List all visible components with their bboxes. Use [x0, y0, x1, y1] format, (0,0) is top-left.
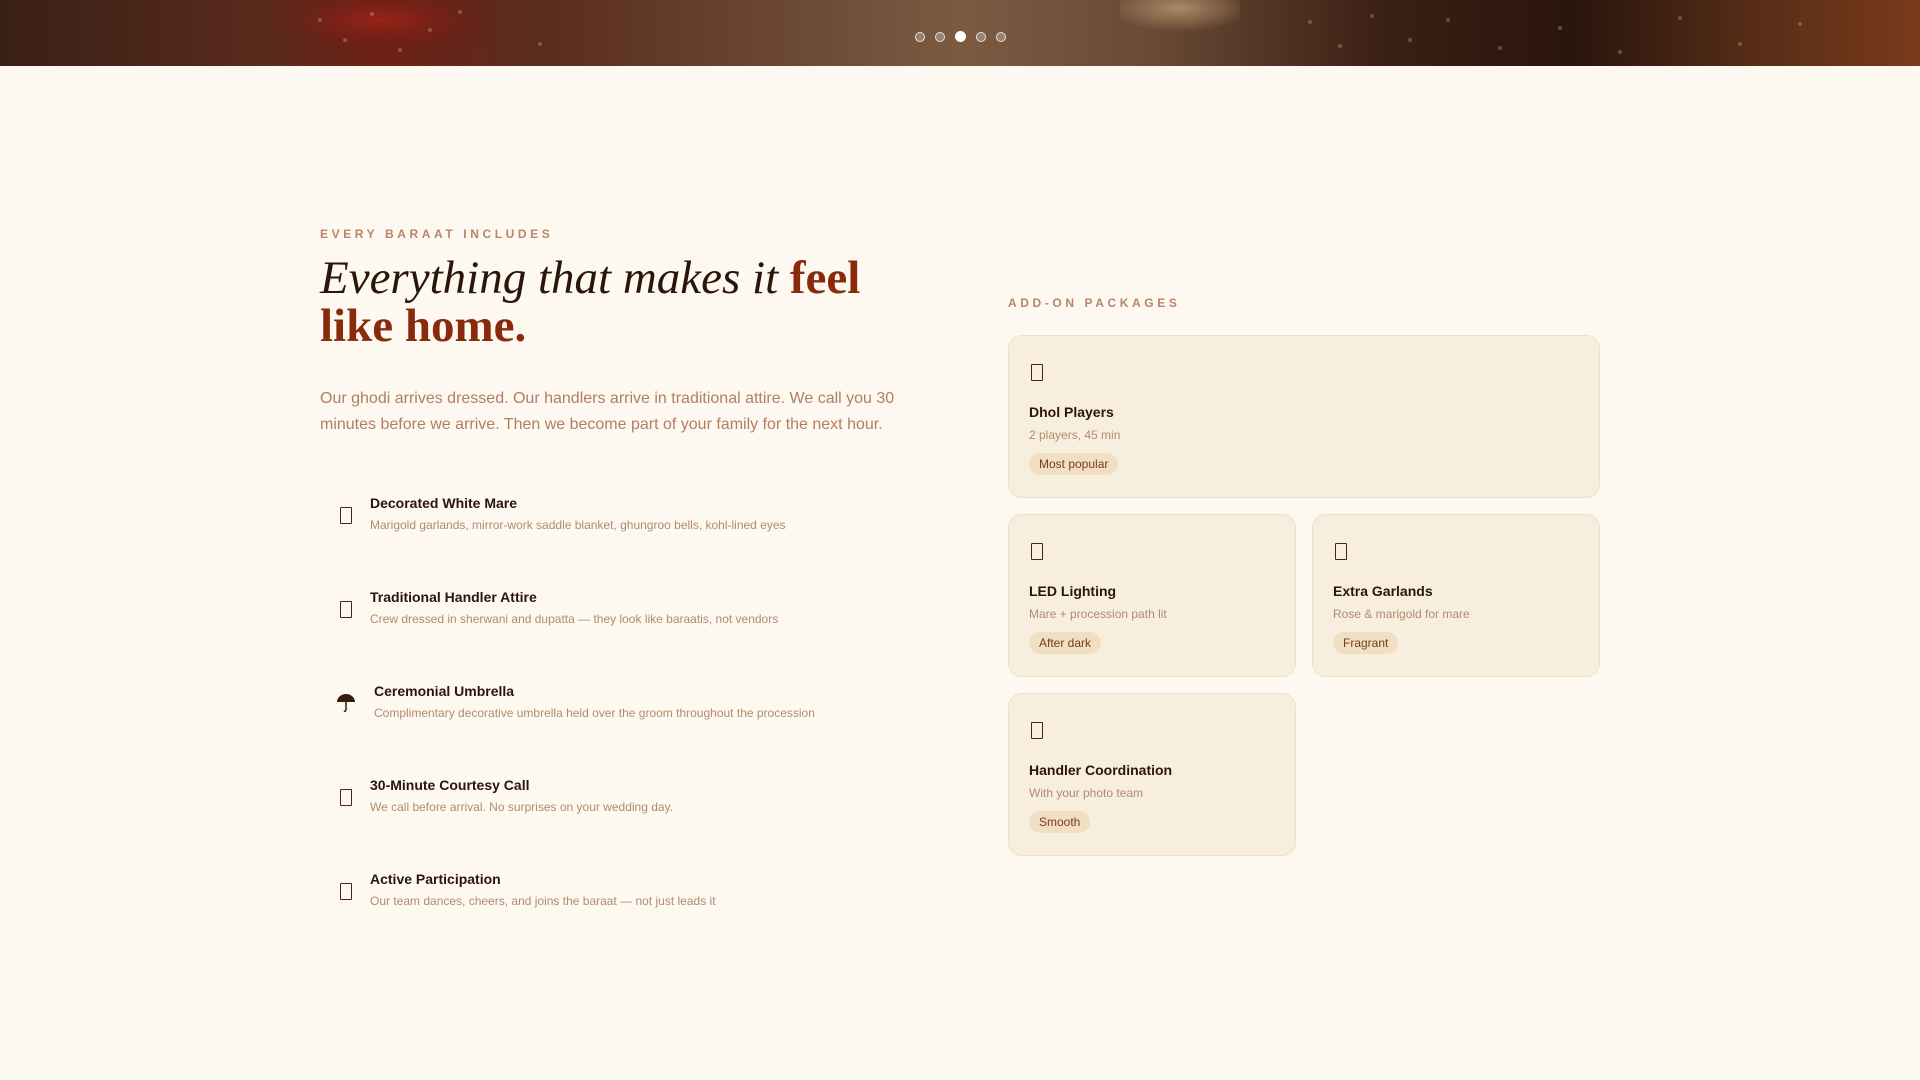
addon-title: Handler Coordination — [1029, 762, 1173, 778]
square-icon — [336, 504, 356, 526]
carousel-dot[interactable] — [935, 31, 945, 42]
carousel-dot[interactable] — [915, 31, 925, 42]
addon-card-dhol-players[interactable]: Dhol Players 2 players, 45 min Most popu… — [1008, 335, 1600, 498]
square-icon — [336, 598, 356, 620]
headline-light: Everything that makes it — [320, 252, 790, 304]
intro-paragraph: Our ghodi arrives dressed. Our handlers … — [320, 390, 895, 433]
square-icon — [336, 880, 356, 902]
addons-eyebrow: ADD-ON PACKAGES — [1008, 296, 1181, 310]
hero-image-strip — [0, 0, 1920, 66]
feature-description: Our team dances, cheers, and joins the b… — [370, 894, 716, 908]
feature-title: Ceremonial Umbrella — [374, 683, 515, 699]
square-icon — [1031, 364, 1043, 381]
addon-card-led-lighting[interactable]: LED Lighting Mare + procession path lit … — [1008, 514, 1296, 677]
addon-subtitle: Rose & marigold for mare — [1333, 607, 1470, 621]
addon-badge: After dark — [1029, 632, 1102, 654]
list-item: Ceremonial Umbrella Complimentary decora… — [320, 668, 940, 762]
carousel-dot[interactable] — [996, 31, 1006, 42]
carousel-dots — [915, 31, 1006, 42]
addon-badge: Fragrant — [1333, 632, 1399, 654]
carousel-dot-active[interactable] — [955, 31, 966, 42]
square-icon — [1031, 722, 1043, 739]
list-item: Active Participation Our team dances, ch… — [320, 856, 940, 950]
feature-title: Decorated White Mare — [370, 495, 518, 511]
list-item: Traditional Handler Attire Crew dressed … — [320, 574, 940, 668]
feature-description: Crew dressed in sherwani and dupatta — t… — [370, 612, 779, 626]
feature-description: Marigold garlands, mirror-work saddle bl… — [370, 518, 786, 532]
square-icon — [336, 786, 356, 808]
feature-description: We call before arrival. No surprises on … — [370, 800, 674, 814]
umbrella-icon — [336, 692, 356, 714]
addon-badge: Most popular — [1029, 453, 1119, 475]
feature-title: Traditional Handler Attire — [370, 589, 537, 605]
feature-title: Active Participation — [370, 871, 501, 887]
page-title: Everything that makes it feel like home. — [320, 254, 940, 350]
addon-title: LED Lighting — [1029, 583, 1117, 599]
addon-card-handler-coordination[interactable]: Handler Coordination With your photo tea… — [1008, 693, 1296, 856]
list-item: Decorated White Mare Marigold garlands, … — [320, 480, 940, 574]
square-icon — [1031, 543, 1043, 560]
feature-title: 30-Minute Courtesy Call — [370, 777, 530, 793]
addon-subtitle: With your photo team — [1029, 786, 1144, 800]
carousel-dot[interactable] — [976, 31, 986, 42]
addon-badge: Smooth — [1029, 811, 1091, 833]
addon-card-extra-garlands[interactable]: Extra Garlands Rose & marigold for mare … — [1312, 514, 1600, 677]
addon-title: Dhol Players — [1029, 404, 1114, 420]
included-features-list: Decorated White Mare Marigold garlands, … — [320, 480, 940, 950]
includes-eyebrow: EVERY BARAAT INCLUDES — [320, 227, 554, 241]
feature-description: Complimentary decorative umbrella held o… — [374, 706, 815, 720]
square-icon — [1335, 543, 1347, 560]
addon-subtitle: 2 players, 45 min — [1029, 428, 1121, 442]
addon-title: Extra Garlands — [1333, 583, 1433, 599]
addon-subtitle: Mare + procession path lit — [1029, 607, 1167, 621]
list-item: 30-Minute Courtesy Call We call before a… — [320, 762, 940, 856]
